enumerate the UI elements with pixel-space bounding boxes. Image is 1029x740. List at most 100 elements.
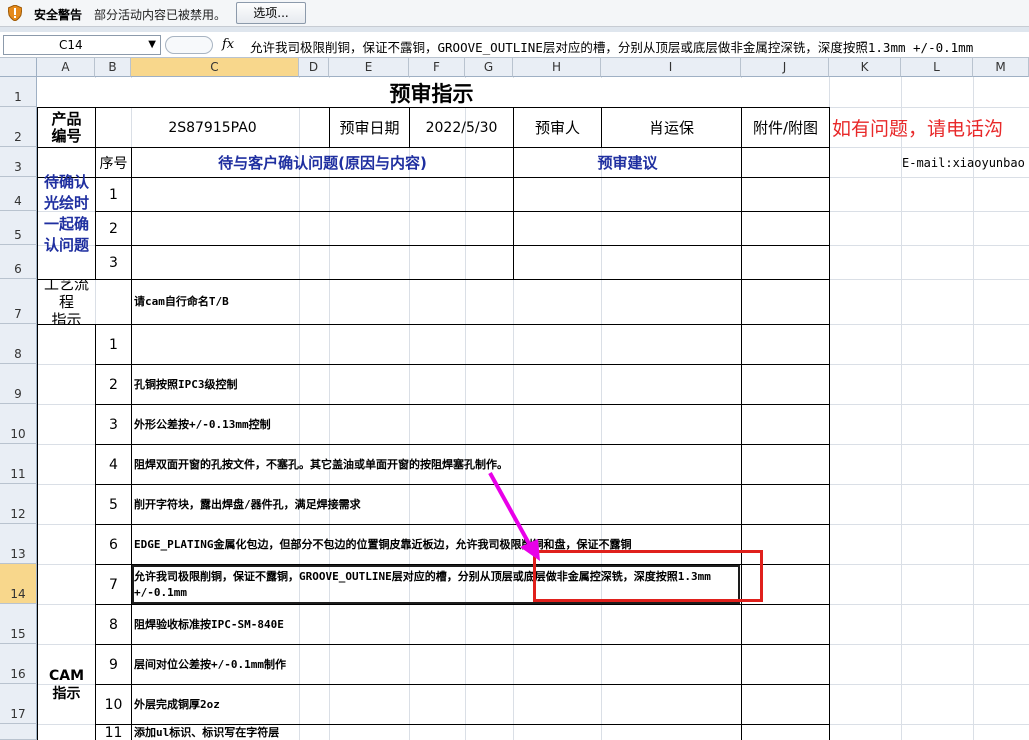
confirm-num: 2	[109, 221, 118, 237]
cam-item-text: 添加ul标识、标识写在字符层	[134, 725, 280, 739]
column-header-e[interactable]: E	[329, 58, 409, 77]
column-header-i[interactable]: I	[601, 58, 741, 77]
column-header-j[interactable]: J	[741, 58, 829, 77]
cam-item-text: 外层完成铜厚2oz	[134, 697, 220, 711]
cam-item-number: 3	[109, 416, 118, 433]
row-header-1[interactable]: 1	[0, 77, 37, 107]
row-header-2[interactable]: 2	[0, 107, 37, 147]
cam-item-number: 2	[109, 376, 118, 393]
cam-item-number: 9	[109, 656, 118, 673]
row-header-7[interactable]: 7	[0, 279, 37, 324]
border	[95, 245, 830, 246]
column-header-d[interactable]: D	[299, 58, 329, 77]
confirm-label: 待确认 光绘时 一起确 认问题	[43, 172, 89, 254]
border	[829, 107, 830, 740]
row-header-16[interactable]: 16	[0, 644, 37, 684]
row-header-3[interactable]: 3	[0, 147, 37, 177]
column-header-k[interactable]: K	[829, 58, 901, 77]
cam-item-number: 8	[109, 616, 118, 633]
cam-item-text: 削开字符块，露出焊盘/器件孔，满足焊接需求	[134, 497, 361, 511]
formula-bar: C14 ▼ fx 允许我司极限削铜，保证不露铜，GROOVE_OUTLINE层对…	[0, 32, 1029, 58]
column-header-l[interactable]: L	[901, 58, 973, 77]
formula-expand-icon[interactable]	[165, 36, 213, 54]
sheet-title: 预审指示	[389, 81, 474, 106]
security-warning-message: 部分活动内容已被禁用。	[94, 8, 227, 22]
cam-item-number: 6	[109, 536, 118, 553]
question-header: 待与客户确认问题(原因与内容)	[218, 154, 427, 172]
row-header-label: 7	[14, 307, 22, 321]
row-header-label: 16	[10, 667, 26, 681]
reviewer-label: 预审人	[534, 119, 580, 137]
row-header-4[interactable]: 4	[0, 177, 37, 211]
security-warning-bar: 安全警告 部分活动内容已被禁用。 选项...	[0, 0, 1029, 27]
select-all-corner[interactable]	[0, 58, 37, 77]
column-header-c[interactable]: C	[131, 58, 299, 77]
row-header-label: 12	[10, 507, 26, 521]
row-header-13[interactable]: 13	[0, 524, 37, 564]
row-header-label: 8	[14, 347, 22, 361]
row-header-label: 14	[10, 587, 26, 601]
cam-item-text: 孔铜按照IPC3级控制	[134, 377, 238, 391]
email-text: E-mail:xiaoyunbao	[902, 155, 1025, 170]
row-header-label: 13	[10, 547, 26, 561]
row-header-label: 3	[14, 160, 22, 174]
cam-item-number: 4	[109, 456, 118, 473]
row-header-11[interactable]: 11	[0, 444, 37, 484]
row-header-15[interactable]: 15	[0, 604, 37, 644]
row-header-9[interactable]: 9	[0, 364, 37, 404]
shield-warning-icon	[8, 5, 22, 21]
row-header-10[interactable]: 10	[0, 404, 37, 444]
confirm-num: 3	[109, 255, 118, 271]
row-header-label: 9	[14, 387, 22, 401]
chevron-down-icon[interactable]: ▼	[148, 39, 156, 50]
column-header-g[interactable]: G	[465, 58, 513, 77]
confirm-num: 1	[109, 187, 118, 203]
security-warning-label: 安全警告	[34, 8, 83, 22]
cam-item-number: 7	[109, 576, 118, 593]
cam-item-number: 1	[109, 336, 118, 353]
row-header-label: 10	[10, 427, 26, 441]
row-header-17[interactable]: 17	[0, 684, 37, 724]
cam-item-text: 外形公差按+/-0.13mm控制	[134, 417, 271, 431]
review-date-label: 预审日期	[339, 119, 400, 137]
name-box-value: C14	[59, 38, 83, 52]
options-button[interactable]: 选项...	[236, 2, 306, 24]
row-header-8[interactable]: 8	[0, 324, 37, 364]
border	[741, 147, 742, 740]
row-header-label: 11	[10, 467, 26, 481]
cam-item-text: 层间对位公差按+/-0.1mm制作	[134, 657, 286, 671]
column-header-h[interactable]: H	[513, 58, 601, 77]
column-header-f[interactable]: F	[409, 58, 465, 77]
product-no-value: 2S87915PA0	[168, 119, 257, 136]
row-header-label: 2	[14, 130, 22, 144]
highlight-box	[533, 550, 763, 602]
row-header-18[interactable]	[0, 724, 37, 740]
cam-item-number: 11	[104, 725, 123, 740]
row-header-label: 15	[10, 627, 26, 641]
product-no-label: 产品 编号	[51, 109, 82, 145]
process-text: 请cam自行命名T/B	[134, 295, 229, 308]
column-header-m[interactable]: M	[973, 58, 1029, 77]
cam-item-text: 阻焊双面开窗的孔按文件，不塞孔。其它盖油或单面开窗的按阻焊塞孔制作。	[134, 457, 508, 471]
name-box[interactable]: C14 ▼	[3, 35, 161, 55]
border	[95, 211, 830, 212]
row-header-6[interactable]: 6	[0, 245, 37, 279]
row-header-label: 5	[14, 228, 22, 242]
row-header-14[interactable]: 14	[0, 564, 37, 604]
column-header-b[interactable]: B	[95, 58, 131, 77]
review-date-value: 2022/5/30	[425, 119, 498, 136]
border	[37, 177, 830, 178]
border	[131, 147, 132, 740]
cam-label: CAM 指示	[48, 668, 85, 702]
cam-item-text: 阻焊验收标准按IPC-SM-840E	[134, 617, 284, 631]
row-header-label: 4	[14, 194, 22, 208]
row-header-5[interactable]: 5	[0, 211, 37, 245]
fx-icon[interactable]: fx	[222, 37, 234, 52]
row-header-12[interactable]: 12	[0, 484, 37, 524]
suggest-header: 预审建议	[597, 154, 658, 172]
formula-content-input[interactable]: 允许我司极限削铜，保证不露铜，GROOVE_OUTLINE层对应的槽，分别从顶层…	[250, 37, 1029, 56]
cam-item-number: 10	[104, 696, 123, 713]
attachment-label: 附件/附图	[752, 119, 819, 137]
column-header-a[interactable]: A	[37, 58, 95, 77]
seq-label: 序号	[99, 155, 128, 172]
